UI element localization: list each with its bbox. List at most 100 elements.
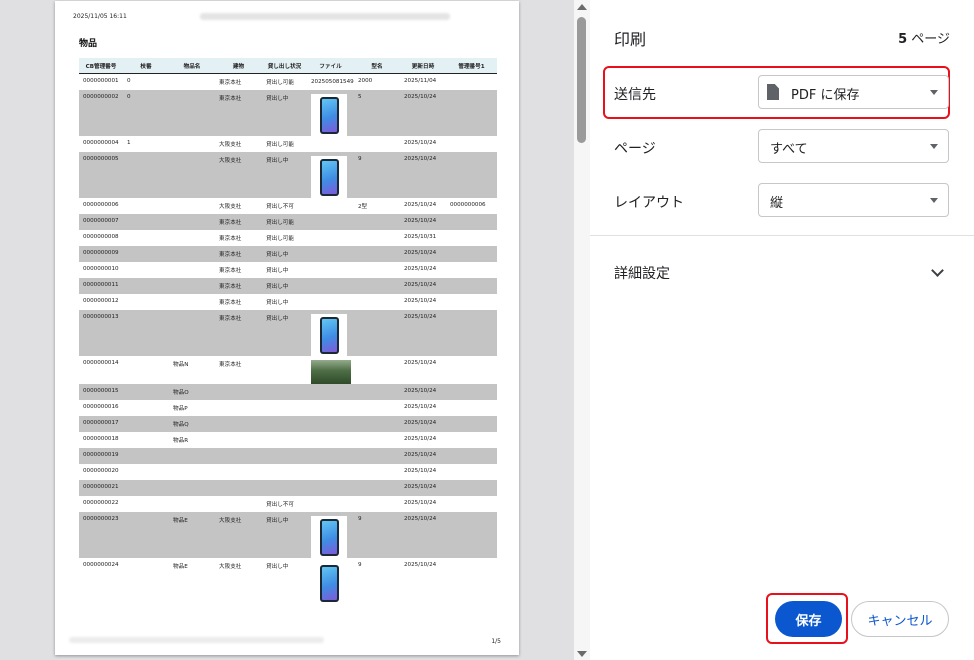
cell-updated: 2025/10/24 xyxy=(400,214,446,230)
cell-building: 大阪支社 xyxy=(219,142,242,148)
cell-id: 0000000013 xyxy=(79,310,123,356)
destination-value: PDF に保存 xyxy=(791,88,860,103)
cell-status: 貸出し中 xyxy=(262,310,307,356)
cell-building: 東京本社 xyxy=(219,80,242,86)
phone-thumbnail xyxy=(311,516,347,558)
table-row: 0000000011 東京本社 貸出し中 2025/10/24 xyxy=(79,278,497,294)
cell-name xyxy=(169,294,215,310)
pages-select[interactable]: すべて xyxy=(758,129,949,163)
cell-status xyxy=(262,356,307,384)
cell-mgmt xyxy=(446,558,497,604)
scroll-thumb[interactable] xyxy=(577,17,586,143)
phone-body xyxy=(319,518,339,556)
cell-mgmt xyxy=(446,480,497,496)
cell-branch: 0 xyxy=(123,90,169,136)
cell-model: 2000 xyxy=(358,78,373,84)
layout-select[interactable]: 縦 xyxy=(758,183,949,217)
phone-thumbnail xyxy=(311,94,347,136)
page-number: 1/5 xyxy=(491,638,501,645)
table-row: 0000000002 0 東京本社 貸出し中 5 2025/10/24 xyxy=(79,90,497,136)
cell-updated: 2025/10/24 xyxy=(400,512,446,558)
cell-file xyxy=(307,90,354,136)
cancel-button[interactable]: キャンセル xyxy=(851,601,949,637)
cell-name xyxy=(169,214,215,230)
column-header: 更新日時 xyxy=(400,58,446,74)
cell-name xyxy=(169,74,215,91)
destination-select[interactable]: PDF に保存 xyxy=(758,75,949,109)
cell-building: 大阪支社 xyxy=(215,512,262,558)
print-date: 2025/11/05 16:11 xyxy=(73,13,127,20)
advanced-settings-toggle[interactable]: 詳細設定 xyxy=(614,263,670,283)
cell-updated: 2025/10/24 xyxy=(404,500,437,506)
save-button[interactable]: 保存 xyxy=(775,601,842,637)
phone-screen xyxy=(321,318,337,352)
table-row: 0000000023 物品E 大阪支社 貸出し中 9 2025/10/24 xyxy=(79,512,497,558)
cell-mgmt xyxy=(446,448,497,464)
pages-label: ページ xyxy=(614,141,656,157)
cell-status: 貸出し可能 xyxy=(266,80,294,86)
chevron-down-icon[interactable] xyxy=(931,264,944,277)
scroll-up-arrow-icon[interactable] xyxy=(577,4,587,10)
cell-name xyxy=(169,310,215,356)
cell-branch xyxy=(123,246,169,262)
cell-mgmt: 0000000006 xyxy=(450,202,486,208)
cell-branch xyxy=(123,294,169,310)
cell-building xyxy=(215,464,262,480)
cell-file xyxy=(307,214,354,230)
cell-mgmt xyxy=(446,464,497,480)
cell-branch xyxy=(123,480,169,496)
phone-body xyxy=(319,158,339,196)
table-row: 0000000014 物品N 東京本社 2025/10/24 xyxy=(79,356,497,384)
column-header: 建物 xyxy=(215,58,262,74)
cell-status: 貸出し不可 xyxy=(266,204,294,210)
cell-name: 物品P xyxy=(173,406,188,412)
blurred-url xyxy=(200,13,450,20)
cell-model xyxy=(354,416,400,432)
cell-file xyxy=(307,198,354,214)
cell-name xyxy=(169,480,215,496)
cell-branch xyxy=(123,214,169,230)
cell-mgmt xyxy=(446,432,497,448)
phone-screen xyxy=(321,520,337,554)
column-header: 枝番 xyxy=(123,58,169,74)
cell-id: 0000000018 xyxy=(83,436,119,442)
cell-status: 貸出し中 xyxy=(266,268,289,274)
section-divider xyxy=(590,235,974,236)
phone-thumbnail xyxy=(311,562,347,604)
cell-building: 東京本社 xyxy=(219,362,242,368)
cell-file xyxy=(307,480,354,496)
cell-branch: 1 xyxy=(127,140,131,146)
cell-branch xyxy=(123,464,169,480)
cell-branch xyxy=(123,416,169,432)
cell-model xyxy=(354,384,400,400)
layout-label: レイアウト xyxy=(614,195,684,211)
table-row: 0000000017 物品Q 2025/10/24 xyxy=(79,416,497,432)
cell-building: 東京本社 xyxy=(215,246,262,262)
cell-model xyxy=(354,214,400,230)
phone-screen xyxy=(321,98,337,132)
table-row: 0000000010 東京本社 貸出し中 2025/10/24 xyxy=(79,262,497,278)
cell-id: 0000000009 xyxy=(79,246,123,262)
cell-updated: 2025/10/24 xyxy=(404,360,437,366)
cell-file: 20250508154903.csv xyxy=(311,79,354,85)
preview-scrollbar[interactable] xyxy=(574,0,590,660)
cell-building xyxy=(215,416,262,432)
cell-branch: 0 xyxy=(127,78,131,84)
cell-branch xyxy=(123,432,169,448)
cell-mgmt xyxy=(446,214,497,230)
cell-mgmt xyxy=(446,512,497,558)
cell-updated: 2025/10/24 xyxy=(404,202,437,208)
cell-file xyxy=(307,432,354,448)
cell-id: 0000000021 xyxy=(79,480,123,496)
cell-id: 0000000005 xyxy=(79,152,123,198)
items-table: CB管理番号 枝番 物品名 建物 貸し出し状況 ファイル 型名 更新日時 管理番号1 00000… xyxy=(79,58,497,604)
cell-mgmt xyxy=(446,278,497,294)
scroll-down-arrow-icon[interactable] xyxy=(577,651,587,657)
cell-updated: 2025/10/24 xyxy=(404,404,437,410)
table-row: 0000000021 2025/10/24 xyxy=(79,480,497,496)
cell-updated: 2025/10/24 xyxy=(404,436,437,442)
table-row: 0000000006 大阪支社 貸出し不可 2型 2025/10/24 000000000… xyxy=(79,198,497,214)
cell-name xyxy=(169,136,215,152)
cell-branch xyxy=(123,198,169,214)
cell-file xyxy=(307,400,354,416)
